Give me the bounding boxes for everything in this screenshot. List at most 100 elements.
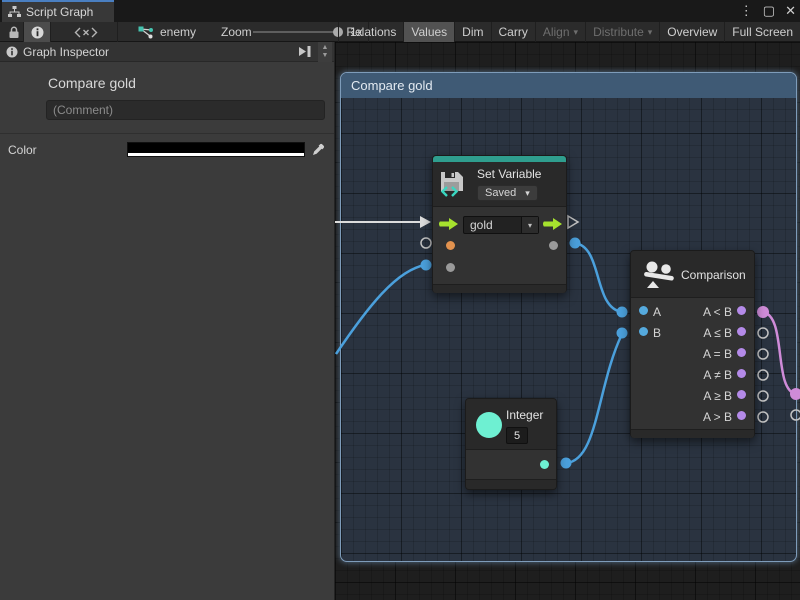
carry-button[interactable]: Carry: [491, 22, 535, 42]
tab-script-graph[interactable]: Script Graph: [2, 0, 114, 22]
color-swatch[interactable]: [127, 142, 305, 157]
graph-inspector-panel: Graph Inspector ▲ ▼ Compare gold Color: [0, 42, 335, 600]
node-body: gold ▾: [433, 206, 566, 284]
node-title: Set Variable: [477, 167, 541, 181]
input-b-port[interactable]: [639, 327, 648, 336]
graph-ref-label: enemy: [160, 25, 196, 39]
tab-bar: Script Graph ⋮ ▢ ✕: [0, 0, 800, 22]
output-greaterequal-port[interactable]: [737, 390, 746, 399]
values-button[interactable]: Values: [403, 22, 454, 42]
integer-value-input[interactable]: 5: [506, 427, 528, 444]
variable-name: gold: [464, 217, 521, 233]
scroll-down-icon[interactable]: ▼: [322, 52, 329, 60]
node-header[interactable]: Set Variable Saved ▾: [433, 162, 566, 206]
variable-value-output-port[interactable]: [549, 241, 558, 250]
output-equal-port[interactable]: [737, 348, 746, 357]
chevron-down-icon: ▾: [521, 217, 538, 233]
close-icon[interactable]: ✕: [785, 0, 796, 22]
zoom-label: Zoom: [221, 22, 252, 42]
comparison-row: B A ≤ B: [631, 323, 754, 344]
eyedropper-icon: [312, 143, 325, 156]
output-greater-port[interactable]: [737, 411, 746, 420]
graph-title: Compare gold: [48, 75, 334, 91]
flow-output-port[interactable]: [543, 218, 562, 230]
toolbar-separator: [117, 22, 118, 42]
graph-canvas[interactable]: Compare gold: [335, 42, 800, 600]
comparison-row: A ≠ B: [631, 365, 754, 386]
node-footer: [631, 429, 754, 438]
inspector-toggle-button[interactable]: [23, 22, 51, 42]
zoom-slider[interactable]: [253, 22, 339, 42]
overview-button[interactable]: Overview: [659, 22, 724, 42]
graph-inspector-header: Graph Inspector ▲ ▼: [0, 42, 334, 62]
window-menu-icon[interactable]: ⋮: [740, 0, 753, 22]
distribute-button[interactable]: Distribute▾: [585, 22, 659, 42]
zoom-slider-track[interactable]: [253, 31, 339, 33]
input-a-port[interactable]: [639, 306, 648, 315]
inspector-divider: [0, 133, 334, 134]
lock-icon: [8, 26, 20, 39]
group-header[interactable]: Compare gold: [341, 73, 796, 98]
comparison-row: A ≥ B: [631, 386, 754, 407]
panel-scroll-spinner[interactable]: ▲ ▼: [318, 42, 332, 62]
output-lessequal-port[interactable]: [737, 327, 746, 336]
maximize-icon[interactable]: ▢: [763, 0, 775, 22]
output-label: A > B: [703, 410, 732, 424]
color-field-row: Color: [0, 138, 334, 164]
fullscreen-button[interactable]: Full Screen: [724, 22, 800, 42]
output-label: A = B: [703, 347, 732, 361]
group-title: Compare gold: [351, 78, 433, 93]
node-body: [466, 449, 556, 479]
inspector-title: Graph Inspector: [23, 45, 109, 59]
chevron-down-icon: ▾: [648, 27, 653, 38]
code-icon: [74, 27, 98, 38]
dim-button[interactable]: Dim: [454, 22, 490, 42]
node-footer: [466, 479, 556, 489]
flow-input-port[interactable]: [439, 218, 458, 230]
variable-scope-dropdown[interactable]: Saved ▾: [477, 185, 538, 201]
output-label: A < B: [703, 305, 732, 319]
node-title: Integer: [506, 408, 543, 422]
relations-button[interactable]: Relations: [338, 22, 403, 42]
input-a-label: A: [653, 305, 661, 319]
node-footer: [433, 284, 566, 293]
node-header[interactable]: Integer 5: [466, 399, 556, 449]
align-button[interactable]: Align▾: [535, 22, 585, 42]
output-less-port[interactable]: [737, 306, 746, 315]
color-alpha-bar: [128, 153, 304, 156]
output-label: A ≥ B: [703, 389, 732, 403]
integer-output-port[interactable]: [540, 460, 549, 469]
eyedropper-button[interactable]: [309, 141, 327, 158]
scroll-up-icon[interactable]: ▲: [322, 44, 329, 52]
comparison-row: A > B: [631, 407, 754, 428]
output-notequal-port[interactable]: [737, 369, 746, 378]
variable-name-port[interactable]: [446, 241, 455, 250]
graph-tab-icon: [8, 6, 21, 18]
window-controls: ⋮ ▢ ✕: [740, 0, 796, 22]
comparison-row: A = B: [631, 344, 754, 365]
graph-toolbar: enemy Zoom 1x Relations Values Dim Carry…: [0, 22, 800, 42]
node-body: A A < B B A ≤ B A = B A ≠ B: [631, 297, 754, 429]
node-integer[interactable]: Integer 5: [465, 398, 557, 490]
scope-label: Saved: [485, 187, 516, 199]
tab-label: Script Graph: [26, 5, 93, 19]
node-set-variable[interactable]: Set Variable Saved ▾ gold ▾: [432, 155, 567, 293]
node-title: Comparison: [681, 268, 746, 282]
output-label: A ≤ B: [703, 326, 732, 340]
variable-name-dropdown[interactable]: gold ▾: [463, 216, 539, 234]
node-comparison[interactable]: Comparison A A < B B A ≤ B A = B: [630, 250, 755, 438]
code-view-button[interactable]: [68, 22, 104, 42]
script-graph-window: Script Graph ⋮ ▢ ✕: [0, 0, 800, 600]
comment-input[interactable]: [46, 100, 325, 120]
node-header[interactable]: Comparison: [631, 251, 754, 297]
chevron-down-icon: ▾: [525, 188, 530, 199]
variable-input-port[interactable]: [446, 263, 455, 272]
toolbar-view-buttons: Relations Values Dim Carry Align▾ Distri…: [338, 22, 800, 42]
graph-reference[interactable]: enemy: [138, 22, 196, 42]
output-label: A ≠ B: [703, 368, 732, 382]
info-icon: [31, 26, 44, 39]
chevron-down-icon: ▾: [574, 27, 579, 38]
comparison-scale-icon: [643, 258, 675, 290]
info-icon: [6, 46, 18, 58]
dock-panel-icon[interactable]: [298, 45, 312, 58]
